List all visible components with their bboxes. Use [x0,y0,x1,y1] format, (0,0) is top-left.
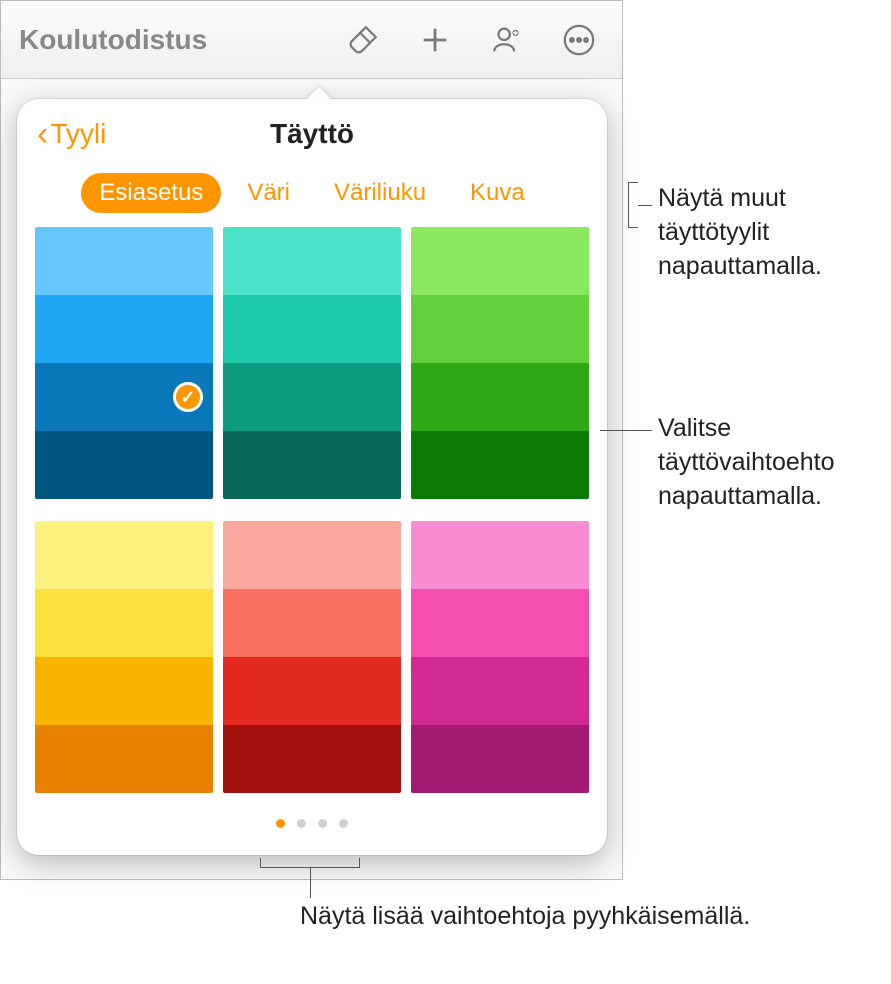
chevron-left-icon: ‹ [37,117,48,151]
swatch-stripe[interactable] [411,657,589,725]
callout-bracket [260,858,360,868]
swatch-stripe[interactable] [411,725,589,793]
format-brush-icon[interactable] [344,21,382,59]
swatch-stripe[interactable] [411,589,589,657]
collaborate-icon[interactable] [488,21,526,59]
callout-line [638,205,652,206]
swatch-stripe[interactable] [35,657,213,725]
tab-gradient[interactable]: Väriliuku [316,173,444,213]
callout-dots: Näytä lisää vaihtoehtoja pyyhkäisemällä. [300,900,750,934]
swatch-stripe[interactable] [411,227,589,295]
page-dot[interactable] [276,819,285,828]
page-dot[interactable] [339,819,348,828]
swatch-group[interactable] [223,521,401,793]
swatch-stripe[interactable] [411,363,589,431]
callout-bracket [628,182,638,228]
swatch-stripe[interactable] [223,657,401,725]
callout-line [310,868,311,898]
popover-title: Täyttö [270,118,354,150]
swatch-stripe[interactable] [35,521,213,589]
page-dot[interactable] [297,819,306,828]
callout-line [600,430,652,431]
swatch-stripe[interactable] [411,295,589,363]
popover-header: ‹ Tyyli Täyttö [17,99,607,169]
add-icon[interactable] [416,21,454,59]
tab-color[interactable]: Väri [229,173,308,213]
page-dot[interactable] [318,819,327,828]
swatch-stripe[interactable] [35,431,213,499]
swatch-stripe[interactable] [35,295,213,363]
swatch-stripe[interactable] [223,363,401,431]
more-icon[interactable] [560,21,598,59]
fill-popover: ‹ Tyyli Täyttö Esiasetus Väri Väriliuku … [17,99,607,855]
swatch-stripe[interactable] [35,725,213,793]
page-dots[interactable] [17,805,607,842]
swatch-stripe[interactable] [223,431,401,499]
swatch-stripe[interactable] [411,521,589,589]
swatch-stripe[interactable] [223,521,401,589]
toolbar-icons [207,21,604,59]
swatch-stripe[interactable] [35,227,213,295]
swatch-grid: ✓ [35,227,589,805]
swatch-stripe[interactable] [223,725,401,793]
checkmark-icon: ✓ [173,382,203,412]
tab-image[interactable]: Kuva [452,173,543,213]
swatch-group[interactable] [35,521,213,793]
swatch-stripe[interactable] [35,589,213,657]
swatch-group[interactable] [223,227,401,499]
document-title: Koulutodistus [19,24,207,56]
swatch-area[interactable]: ✓ [17,227,607,805]
app-frame: Koulutodistus ‹ Tyyli Täyttö Esias [0,0,623,880]
swatch-stripe[interactable]: ✓ [35,363,213,431]
tab-preset[interactable]: Esiasetus [81,173,221,213]
swatch-stripe[interactable] [411,431,589,499]
callout-swatch: Valitse täyttövaihtoehto napauttamalla. [658,412,891,513]
fill-tabs: Esiasetus Väri Väriliuku Kuva [17,169,607,227]
swatch-group[interactable] [411,521,589,793]
swatch-group[interactable]: ✓ [35,227,213,499]
callout-tabs: Näytä muut täyttötyylit napauttamalla. [658,182,891,283]
swatch-stripe[interactable] [223,227,401,295]
swatch-stripe[interactable] [223,589,401,657]
back-button[interactable]: ‹ Tyyli [37,117,106,151]
toolbar: Koulutodistus [1,1,622,79]
swatch-group[interactable] [411,227,589,499]
swatch-stripe[interactable] [223,295,401,363]
back-label: Tyyli [50,118,106,150]
